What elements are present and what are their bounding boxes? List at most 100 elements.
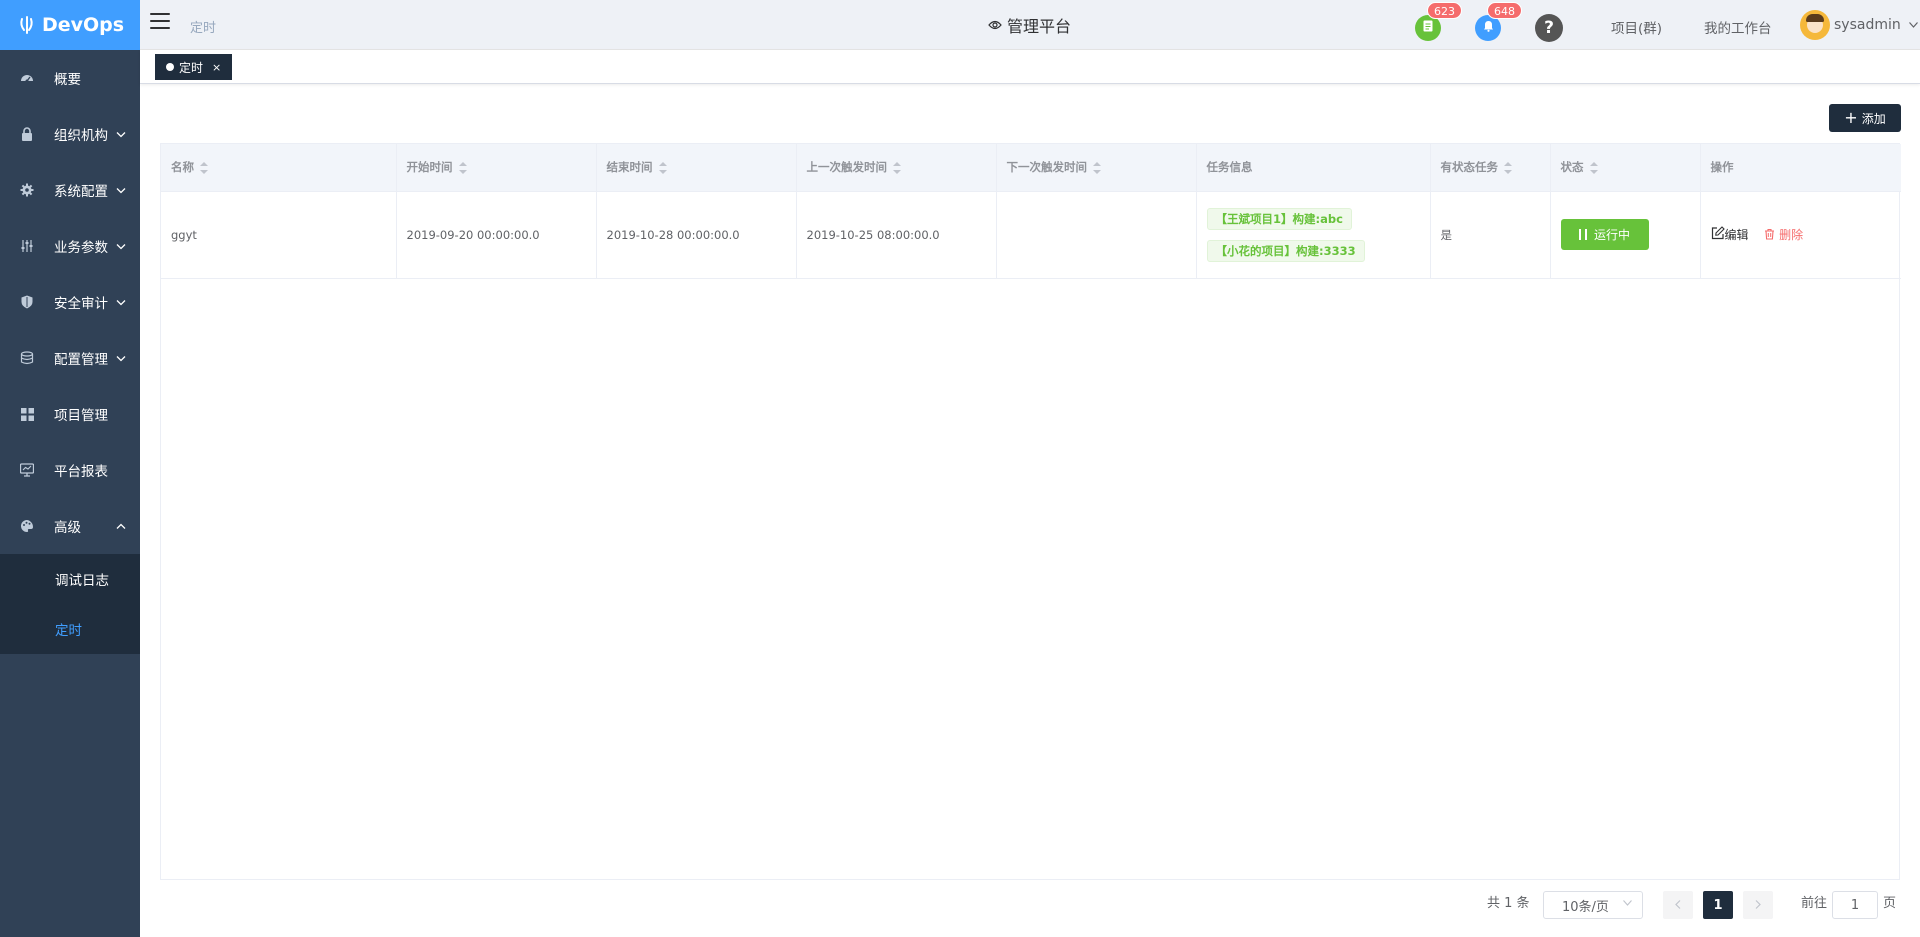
sidebar-item-label: 业务参数: [54, 240, 108, 256]
sidebar-item-label: 安全审计: [54, 296, 108, 312]
sort-icon[interactable]: [1093, 161, 1101, 174]
delete-label: 删除: [1779, 227, 1804, 242]
sidebar-item-debug-log[interactable]: 调试日志: [0, 554, 140, 604]
close-icon[interactable]: ×: [212, 61, 221, 74]
chevron-up-icon: [116, 520, 126, 533]
sidebar-item-label: 系统配置: [54, 184, 108, 200]
sidebar-item-scheduler[interactable]: 定时: [0, 604, 140, 654]
task-tag: 【小花的项目】构建:3333: [1206, 239, 1365, 262]
projects-link[interactable]: 项目(群): [1611, 17, 1662, 37]
status-label: 运行中: [1593, 228, 1630, 242]
trash-icon: [1764, 228, 1775, 240]
username: sysadmin: [1834, 17, 1901, 33]
sidebar-item-label: 概要: [54, 72, 81, 88]
goto-suffix: 页: [1883, 896, 1897, 911]
edit-label: 编辑: [1724, 228, 1749, 243]
sidebar: DevOps 概要 组织机构 系统配置 业务参数 安全审计 配置管理 项目管理 …: [0, 0, 140, 937]
page-size-value: 10条/页: [1562, 899, 1609, 915]
status-running-button[interactable]: 运行中: [1560, 219, 1649, 250]
dashboard-icon: [20, 71, 34, 85]
sort-icon[interactable]: [893, 161, 901, 174]
column-header-last-trigger[interactable]: 上一次触发时间: [796, 144, 997, 192]
pagination-total: 共 1 条: [1487, 896, 1530, 911]
message-notification-button[interactable]: 648: [1475, 2, 1522, 41]
user-menu[interactable]: sysadmin: [1800, 10, 1918, 40]
sidebar-item-project-management[interactable]: 项目管理: [0, 386, 140, 442]
sidebar-item-security-audit[interactable]: 安全审计: [0, 274, 140, 330]
cell-stateful: 是: [1430, 191, 1551, 279]
sort-icon[interactable]: [1589, 161, 1598, 174]
schedule-table: 名称 开始时间 结束时间 上一次触发时间 下一次触发时间 任务信息 有状态任务 …: [160, 143, 1901, 880]
sidebar-item-label: 调试日志: [55, 573, 109, 589]
breadcrumb: 定时: [190, 21, 217, 36]
column-header-status[interactable]: 状态: [1550, 144, 1701, 192]
task-tag: 【王斌项目1】构建:abc: [1206, 207, 1352, 230]
sort-icon[interactable]: [200, 161, 208, 174]
page-number-current[interactable]: 1: [1703, 891, 1733, 919]
my-workspace-link[interactable]: 我的工作台: [1704, 17, 1772, 37]
sidebar-item-business-params[interactable]: 业务参数: [0, 218, 140, 274]
sidebar-item-config-management[interactable]: 配置管理: [0, 330, 140, 386]
column-header-next-trigger[interactable]: 下一次触发时间: [996, 144, 1197, 192]
lock-icon: [20, 127, 34, 141]
chevron-down-icon: [116, 240, 126, 253]
top-navbar: 定时 管理平台 623 648 ? 项目(群) 我的工作台 sysadmin: [140, 0, 1920, 50]
help-button[interactable]: ?: [1535, 14, 1563, 42]
notification-count-badge: 623: [1427, 2, 1462, 19]
sort-icon[interactable]: [658, 161, 667, 174]
edit-icon: [1711, 226, 1725, 243]
sidebar-item-label: 组织机构: [54, 128, 108, 144]
column-header-stateful[interactable]: 有状态任务: [1430, 144, 1551, 192]
cell-status: 运行中: [1550, 191, 1701, 279]
shield-icon: [20, 295, 34, 309]
hamburger-menu-icon[interactable]: [150, 13, 170, 31]
chevron-down-icon: [116, 184, 126, 197]
sidebar-item-label: 定时: [55, 623, 82, 639]
avatar: [1800, 10, 1830, 40]
chevron-left-icon: [1675, 898, 1681, 913]
column-header-end-time[interactable]: 结束时间: [596, 144, 797, 192]
add-button-label: 添加: [1861, 111, 1886, 126]
column-header-task-info: 任务信息: [1196, 144, 1431, 192]
devops-logo-icon: [16, 14, 38, 36]
sidebar-item-label: 平台报表: [54, 464, 108, 480]
sidebar-item-system-config[interactable]: 系统配置: [0, 162, 140, 218]
app-name: DevOps: [41, 14, 125, 36]
tags-view-bar: 定时 ×: [140, 50, 1920, 84]
monitor-icon: [20, 463, 34, 477]
tag-scheduler[interactable]: 定时 ×: [155, 54, 233, 80]
delete-button[interactable]: 删除: [1764, 226, 1803, 243]
add-button[interactable]: + 添加: [1829, 104, 1901, 132]
sliders-icon: [20, 239, 34, 253]
app-logo[interactable]: DevOps: [0, 0, 140, 50]
advanced-submenu: 调试日志 定时: [0, 554, 140, 654]
table-header-row: 名称 开始时间 结束时间 上一次触发时间 下一次触发时间 任务信息 有状态任务 …: [161, 144, 1901, 192]
page-size-select[interactable]: 10条/页: [1543, 891, 1643, 919]
column-header-name[interactable]: 名称: [161, 144, 397, 192]
palette-icon: [20, 519, 34, 533]
sidebar-item-platform-reports[interactable]: 平台报表: [0, 442, 140, 498]
column-header-start-time[interactable]: 开始时间: [396, 144, 597, 192]
next-page-button[interactable]: [1743, 891, 1773, 919]
sidebar-item-overview[interactable]: 概要: [0, 50, 140, 106]
task-notification-button[interactable]: 623: [1415, 2, 1462, 41]
tag-label: 定时: [179, 60, 204, 75]
question-icon: ?: [1544, 18, 1554, 38]
table-row: ggyt 2019-09-20 00:00:00.0 2019-10-28 00…: [161, 191, 1901, 279]
sort-icon[interactable]: [1504, 161, 1512, 174]
prev-page-button[interactable]: [1663, 891, 1693, 919]
cell-start-time: 2019-09-20 00:00:00.0: [396, 191, 597, 279]
cell-last-trigger: 2019-10-25 08:00:00.0: [796, 191, 997, 279]
sidebar-item-label: 配置管理: [54, 352, 108, 368]
platform-title-text: 管理平台: [1007, 17, 1072, 36]
chevron-down-icon: [116, 128, 126, 141]
sidebar-item-organization[interactable]: 组织机构: [0, 106, 140, 162]
gear-icon: [20, 183, 34, 197]
grid-icon: [20, 407, 34, 421]
notification-count-badge: 648: [1487, 2, 1522, 19]
goto-page-input[interactable]: [1832, 891, 1878, 919]
edit-button[interactable]: 编辑: [1711, 226, 1749, 243]
sidebar-item-advanced[interactable]: 高级: [0, 498, 140, 554]
sort-icon[interactable]: [458, 161, 467, 174]
cell-name: ggyt: [161, 191, 397, 279]
